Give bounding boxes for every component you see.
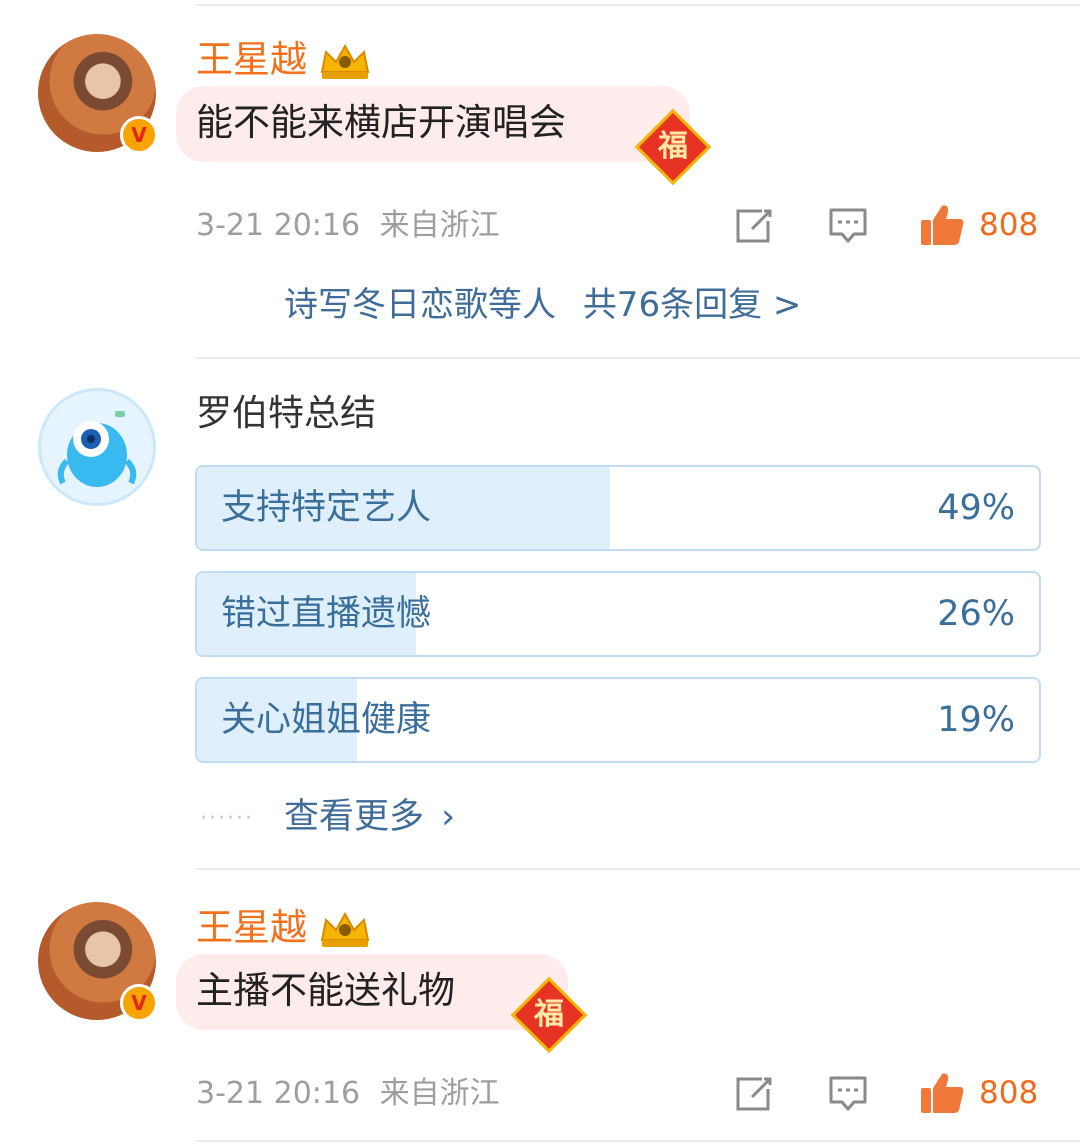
thumbs-up-icon[interactable]: [918, 1070, 966, 1116]
poll-label: 支持特定艺人: [221, 488, 432, 528]
timestamp: 3-21 20:16: [196, 208, 361, 243]
poll-option[interactable]: 支持特定艺人 49%: [195, 465, 1041, 551]
dots: ······: [200, 806, 254, 831]
location: 来自浙江: [379, 1076, 500, 1111]
comment-icon[interactable]: [828, 1075, 868, 1113]
see-more-link[interactable]: 查看更多 ›: [284, 796, 455, 838]
see-more-label: 查看更多: [284, 797, 425, 837]
divider-top: [195, 4, 1080, 6]
summary-title: 罗伯特总结: [196, 393, 377, 434]
poll-label: 关心姐姐健康: [221, 700, 432, 740]
verified-badge-icon: V: [120, 984, 158, 1022]
share-icon[interactable]: [734, 1075, 774, 1113]
crown-badge-icon: [320, 43, 370, 79]
comment-meta: 3-21 20:16 来自浙江: [196, 1076, 500, 1112]
username[interactable]: 王星越: [196, 906, 307, 950]
like-count: 808: [979, 207, 1039, 243]
comment-text: 能不能来横店开演唱会: [196, 101, 566, 144]
poll-label: 错过直播遗憾: [221, 594, 432, 634]
chevron-right-icon: ›: [441, 797, 456, 837]
comment-icon[interactable]: [828, 207, 868, 245]
username[interactable]: 王星越: [196, 38, 307, 82]
divider: [195, 868, 1080, 870]
thumbs-up-icon[interactable]: [918, 202, 966, 248]
divider-bottom: [195, 1140, 1080, 1142]
poll-option[interactable]: 关心姐姐健康 19%: [195, 677, 1041, 763]
timestamp: 3-21 20:16: [196, 1076, 361, 1111]
poll-percent: 49%: [937, 488, 1015, 528]
crown-badge-icon: [320, 911, 370, 947]
fu-badge-icon: 福: [510, 976, 588, 1054]
location: 来自浙江: [379, 208, 500, 243]
fu-badge-icon: 福: [634, 108, 712, 186]
divider: [195, 357, 1080, 359]
robot-icon: [57, 411, 137, 487]
poll-percent: 26%: [937, 594, 1015, 634]
replies-count: 共76条回复 >: [582, 285, 802, 325]
comment-meta: 3-21 20:16 来自浙江: [196, 208, 500, 244]
verified-badge-icon: V: [120, 116, 158, 154]
robot-avatar[interactable]: [38, 388, 156, 506]
replies-users: 诗写冬日恋歌等人: [284, 285, 556, 325]
comment-text: 主播不能送礼物: [196, 969, 455, 1012]
poll-option[interactable]: 错过直播遗憾 26%: [195, 571, 1041, 657]
like-count: 808: [979, 1075, 1039, 1111]
share-icon[interactable]: [734, 207, 774, 245]
replies-link[interactable]: 诗写冬日恋歌等人 共76条回复 >: [284, 284, 801, 326]
poll-percent: 19%: [937, 700, 1015, 740]
